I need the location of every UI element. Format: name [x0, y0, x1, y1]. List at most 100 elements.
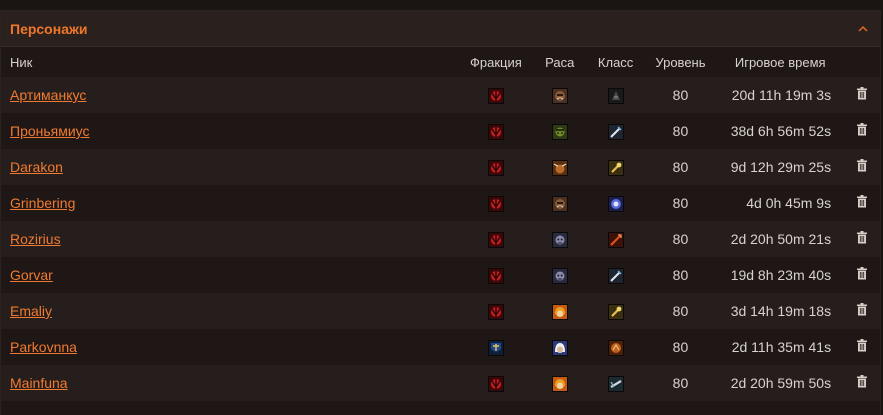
- paladin-icon: [607, 303, 624, 320]
- character-name-link[interactable]: Rozirius: [10, 231, 61, 247]
- bloodelf-female-icon: [551, 375, 568, 392]
- playtime-cell: 3d 14h 19m 18s: [730, 303, 832, 319]
- level-cell: 80: [672, 159, 689, 175]
- character-name-link[interactable]: Артиманкус: [10, 87, 86, 103]
- column-playtime[interactable]: Игровое время: [717, 55, 843, 70]
- level-cell: 80: [672, 231, 689, 247]
- nick-cell: Проньямиус: [1, 123, 460, 139]
- delete-character-button[interactable]: [854, 195, 870, 211]
- hunter-icon: [607, 231, 624, 248]
- class-cell: [588, 158, 644, 176]
- column-race[interactable]: Раса: [532, 55, 588, 70]
- human-female-icon: [551, 339, 568, 356]
- table-row: Parkovnna 80 2d 11h 35m 41s: [1, 329, 880, 365]
- class-cell: [588, 194, 644, 212]
- character-name-link[interactable]: Darakon: [10, 159, 63, 175]
- delete-cell: [843, 87, 880, 103]
- mage-icon: [607, 195, 624, 212]
- character-name-link[interactable]: Gorvar: [10, 267, 53, 283]
- character-name-link[interactable]: Mainfuna: [10, 375, 68, 391]
- panel-title: Персонажи: [10, 20, 88, 37]
- nick-cell: Grinbering: [1, 195, 460, 211]
- chevron-up-icon[interactable]: [856, 22, 870, 36]
- characters-panel: Персонажи Ник Фракция Раса Класс Уровень…: [0, 10, 881, 415]
- delete-character-button[interactable]: [854, 339, 870, 355]
- character-name-link[interactable]: Parkovnna: [10, 339, 77, 355]
- horde-icon: [487, 159, 504, 176]
- warrior-icon: [607, 375, 624, 392]
- class-cell: [588, 338, 644, 356]
- nick-cell: Darakon: [1, 159, 460, 175]
- class-cell: [588, 230, 644, 248]
- delete-cell: [843, 231, 880, 247]
- delete-cell: [843, 123, 880, 139]
- horde-icon: [487, 87, 504, 104]
- playtime-cell: 2d 20h 59m 50s: [730, 375, 832, 391]
- table-row: Mainfuna 80 2d 20h 59m 50s: [1, 365, 880, 401]
- nick-cell: Rozirius: [1, 231, 460, 247]
- druid-icon: [607, 339, 624, 356]
- level-cell: 80: [672, 375, 689, 391]
- delete-character-button[interactable]: [854, 375, 870, 391]
- table-row: Проньямиус 80 38d 6h 56m 52s: [1, 113, 880, 149]
- orc-male-icon: [551, 195, 568, 212]
- trash-icon: [856, 123, 868, 139]
- trash-icon: [856, 87, 868, 103]
- class-cell: [588, 302, 644, 320]
- playtime-cell: 20d 11h 19m 3s: [731, 87, 832, 103]
- delete-character-button[interactable]: [854, 231, 870, 247]
- level-cell: 80: [672, 303, 689, 319]
- alliance-icon: [487, 339, 504, 356]
- delete-cell: [843, 195, 880, 211]
- delete-character-button[interactable]: [854, 159, 870, 175]
- table-row: Rozirius 80 2d 20h 50m 21s: [1, 221, 880, 257]
- column-level[interactable]: Уровень: [644, 55, 718, 70]
- trash-icon: [856, 231, 868, 247]
- class-cell: [588, 374, 644, 392]
- delete-cell: [843, 159, 880, 175]
- horde-icon: [487, 195, 504, 212]
- class-cell: [588, 86, 644, 104]
- undead-male-icon: [551, 267, 568, 284]
- column-class[interactable]: Класс: [588, 55, 644, 70]
- playtime-cell: 2d 20h 50m 21s: [730, 231, 832, 247]
- faction-cell: [460, 86, 532, 104]
- level-cell: 80: [672, 123, 689, 139]
- race-cell: [532, 194, 588, 212]
- delete-character-button[interactable]: [854, 267, 870, 283]
- nick-cell: Emaliy: [1, 303, 460, 319]
- race-cell: [532, 374, 588, 392]
- playtime-cell: 4d 0h 45m 9s: [746, 195, 832, 211]
- table-row: Darakon 80 9d 12h 29m 25s: [1, 149, 880, 185]
- column-faction[interactable]: Фракция: [460, 55, 532, 70]
- panel-header[interactable]: Персонажи: [1, 11, 880, 47]
- class-cell: [588, 122, 644, 140]
- character-name-link[interactable]: Emaliy: [10, 303, 52, 319]
- horde-icon: [487, 303, 504, 320]
- horde-icon: [487, 267, 504, 284]
- column-nick[interactable]: Ник: [1, 55, 460, 70]
- character-name-link[interactable]: Проньямиус: [10, 123, 90, 139]
- delete-character-button[interactable]: [854, 303, 870, 319]
- horde-icon: [487, 231, 504, 248]
- undead-male-icon: [551, 231, 568, 248]
- faction-cell: [460, 338, 532, 356]
- horde-icon: [487, 123, 504, 140]
- delete-character-button[interactable]: [854, 123, 870, 139]
- table-row: Grinbering 80 4d 0h 45m 9s: [1, 185, 880, 221]
- delete-cell: [843, 267, 880, 283]
- character-name-link[interactable]: Grinbering: [10, 195, 75, 211]
- trash-icon: [856, 339, 868, 355]
- race-cell: [532, 86, 588, 104]
- delete-cell: [843, 339, 880, 355]
- trash-icon: [856, 267, 868, 283]
- nick-cell: Gorvar: [1, 267, 460, 283]
- level-cell: 80: [672, 195, 689, 211]
- faction-cell: [460, 230, 532, 248]
- trash-icon: [856, 375, 868, 391]
- rogue-icon: [607, 267, 624, 284]
- table-row: Emaliy 80 3d 14h 19m 18s: [1, 293, 880, 329]
- delete-character-button[interactable]: [854, 87, 870, 103]
- playtime-cell: 19d 8h 23m 40s: [730, 267, 832, 283]
- class-cell: [588, 266, 644, 284]
